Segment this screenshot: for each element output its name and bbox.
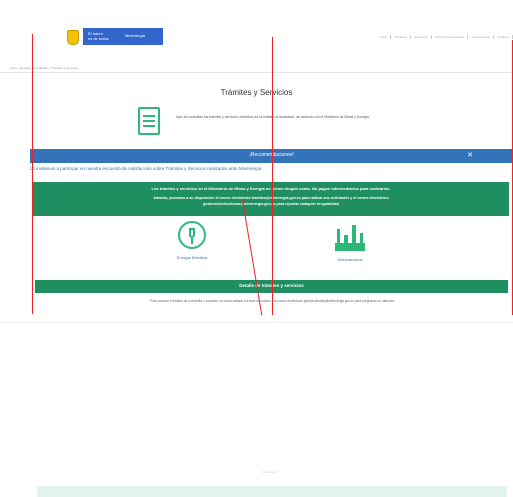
- breadcrumb[interactable]: Inicio / Atención al ciudadano / Trámite…: [10, 66, 78, 70]
- refinery-icon: [333, 221, 367, 251]
- category-label: Hidrocarburos: [337, 257, 363, 262]
- footer-ghost-text: Minenergía: [262, 470, 278, 474]
- gov-partner: Minenergía: [125, 33, 146, 38]
- notice-box: Los trámites y servicios en el Ministeri…: [33, 182, 509, 216]
- annotation-line-middle: [272, 37, 273, 315]
- document-check-icon: [138, 107, 160, 135]
- notice-line-3: gestioncheckenlineas@minenergia.gov.co p…: [203, 202, 339, 206]
- nav-link-ministerio[interactable]: Ministerio: [394, 35, 412, 39]
- colombia-shield-icon: [67, 30, 79, 45]
- gov-logo-text: El futuro es de todos: [88, 31, 109, 41]
- nav-link-inicio[interactable]: Inicio: [380, 35, 392, 39]
- page-title: Trámites y Servicios: [220, 88, 293, 97]
- annotation-line-left: [32, 34, 33, 314]
- gov-logo[interactable]: El futuro es de todos Minenergía: [83, 28, 163, 45]
- divider: [0, 322, 513, 323]
- top-nav: Inicio Ministerio Normativa Atención al …: [380, 35, 513, 39]
- nav-link-atencion[interactable]: Atención al ciudadano: [435, 35, 469, 39]
- survey-link[interactable]: Lo invitamos a participar en nuestra enc…: [30, 166, 261, 171]
- gov-line2: es de todos: [88, 36, 109, 41]
- notice-line-2: Además, ponemos a su disposición el corr…: [153, 196, 389, 200]
- intro-text: Aquí se consultan los trámites y servici…: [176, 115, 370, 119]
- nav-link-normativa[interactable]: Normativa: [414, 35, 432, 39]
- nav-link-transparencia[interactable]: Transparencia: [471, 35, 495, 39]
- notice-line-1: Los trámites y servicios en el Ministeri…: [151, 186, 391, 191]
- footer-band: [37, 486, 507, 497]
- category-hidrocarburos[interactable]: Hidrocarburos: [325, 221, 375, 262]
- electric-plug-icon: [178, 221, 206, 249]
- close-icon[interactable]: ✕: [467, 151, 473, 159]
- category-energia-electrica[interactable]: Energía Eléctrica: [172, 221, 212, 260]
- divider: [0, 72, 513, 73]
- header: El futuro es de todos Minenergía Inicio …: [0, 0, 513, 62]
- nav-link-participa[interactable]: Participa: [497, 35, 513, 39]
- category-label: Energía Eléctrica: [176, 255, 208, 260]
